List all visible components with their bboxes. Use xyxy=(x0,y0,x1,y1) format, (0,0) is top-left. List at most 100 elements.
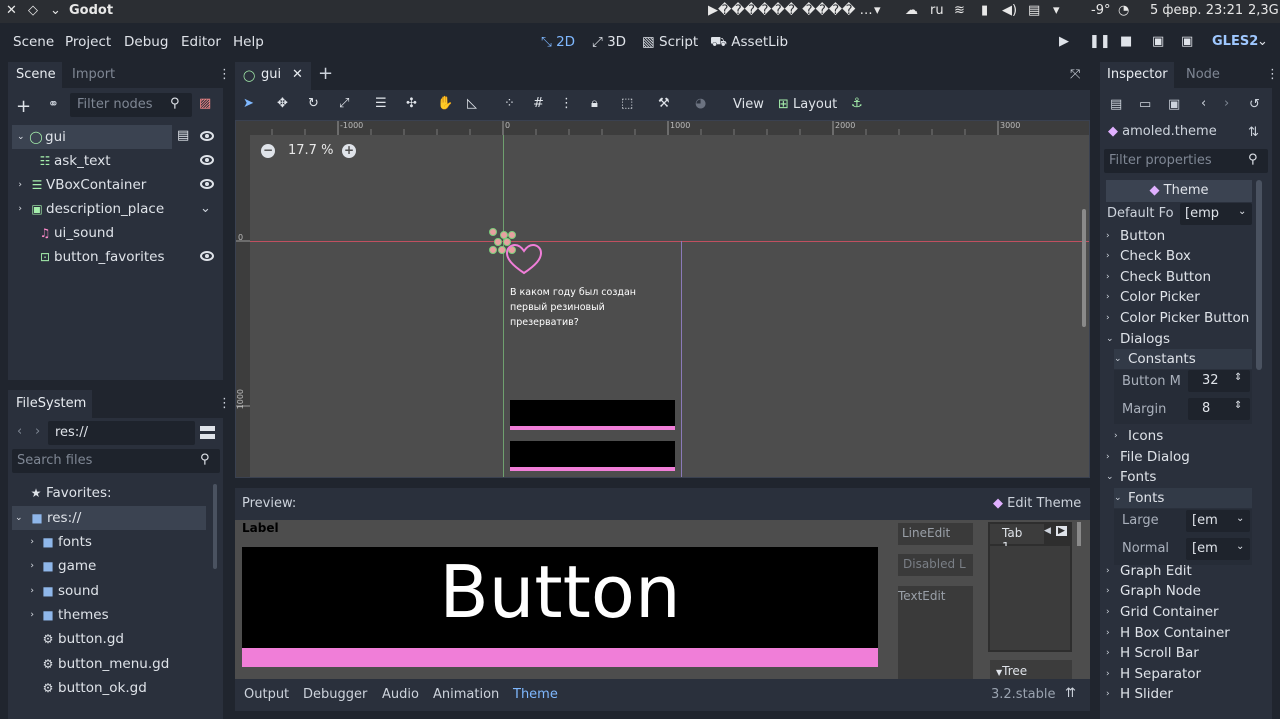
lock-icon[interactable]: 🔒︎ xyxy=(591,96,598,111)
menu-dots-icon[interactable]: ⋮ xyxy=(1266,67,1279,82)
chevron-down-icon[interactable]: ⌄ xyxy=(50,3,61,18)
category-grid-container[interactable]: › Grid Container xyxy=(1106,602,1252,622)
workspace-3d[interactable]: ⤢ 3D xyxy=(592,34,626,50)
folder-res-root[interactable]: ⌄ ■ res:// xyxy=(12,506,206,530)
inspector-scrollbar[interactable] xyxy=(1256,180,1262,370)
category-h-scroll-bar[interactable]: › H Scroll Bar xyxy=(1106,643,1252,663)
large-font-picker[interactable]: [em ⌄ xyxy=(1186,510,1250,532)
clock[interactable]: 5 февр. 23:21 xyxy=(1150,3,1243,18)
play-icon[interactable]: ▶ xyxy=(1059,34,1069,49)
preview-tree[interactable]: ▼Tree xyxy=(990,660,1072,679)
select-tool-icon[interactable]: ➤ xyxy=(243,96,254,111)
link-icon[interactable]: ⚭ xyxy=(48,97,59,112)
visibility-hidden-icon[interactable]: ⌄ xyxy=(200,201,211,216)
view-menu[interactable]: View xyxy=(733,97,764,112)
media-title[interactable]: ▶������ ���� … xyxy=(708,3,873,18)
tree-node-ask-text[interactable]: ☷ ask_text xyxy=(12,149,111,173)
tab-audio[interactable]: Audio xyxy=(382,687,419,702)
filter-properties-input[interactable]: Filter properties ⚲ xyxy=(1104,149,1268,173)
weather-temp[interactable]: -9° xyxy=(1091,3,1110,18)
tab-theme[interactable]: Theme xyxy=(513,687,558,702)
anchor-icon[interactable]: ⚓ xyxy=(851,96,863,111)
answer-button-1[interactable] xyxy=(510,400,675,430)
history-icon[interactable]: ↺ xyxy=(1249,97,1260,112)
tab-node[interactable]: Node xyxy=(1186,67,1220,82)
menu-editor[interactable]: Editor xyxy=(181,34,221,50)
group-icon[interactable]: ⬚ xyxy=(621,96,633,111)
tab-output[interactable]: Output xyxy=(244,687,289,702)
preview-button[interactable]: Button xyxy=(242,547,878,667)
list-select-icon[interactable]: ☰ xyxy=(375,96,387,111)
visibility-eye-icon[interactable] xyxy=(200,155,214,165)
viewport-scrollbar[interactable] xyxy=(1082,209,1086,327)
tree-node-description-place[interactable]: › ▣ description_place xyxy=(12,197,164,221)
inspected-resource[interactable]: ◆ amoled.theme ⇅ xyxy=(1108,124,1268,144)
tab-animation[interactable]: Animation xyxy=(433,687,499,702)
forward-icon[interactable]: › xyxy=(35,424,40,439)
chevron-down-icon[interactable]: ▾ xyxy=(1053,3,1060,18)
menu-dots-icon[interactable]: ⋮ xyxy=(560,96,573,111)
expand-panel-icon[interactable]: ⇈ xyxy=(1065,686,1076,701)
menu-dots-icon[interactable]: ⋮ xyxy=(218,67,231,82)
heart-icon[interactable] xyxy=(504,243,544,277)
scrollbar[interactable] xyxy=(213,484,217,569)
category-dialogs[interactable]: ⌄ Dialogs xyxy=(1106,329,1252,349)
tab-inspector[interactable]: Inspector xyxy=(1100,62,1174,88)
viewport-2d[interactable]: -1000 0 1000 2000 3000 0 1000 − 17.7 % +… xyxy=(235,120,1090,478)
tab-import[interactable]: Import xyxy=(72,67,115,82)
menu-help[interactable]: Help xyxy=(233,34,264,50)
keyboard-layout[interactable]: ru xyxy=(930,3,944,18)
filter-nodes-input[interactable]: Filter nodes ⚲ xyxy=(70,93,192,117)
zoom-out-icon[interactable]: − xyxy=(261,144,275,158)
save-icon[interactable]: ▣ xyxy=(1168,97,1180,112)
script-icon[interactable]: ▤ xyxy=(177,128,189,143)
close-icon[interactable]: ✕ xyxy=(6,3,17,18)
category-graph-edit[interactable]: › Graph Edit xyxy=(1106,561,1252,581)
search-files-input[interactable]: Search files ⚲ xyxy=(12,449,220,473)
script-icon[interactable]: ▨ xyxy=(199,96,211,111)
zoom-in-icon[interactable]: + xyxy=(342,144,356,158)
category-h-box-container[interactable]: › H Box Container xyxy=(1106,623,1252,643)
file-button-ok-gd[interactable]: ⚙ button_ok.gd xyxy=(12,676,147,700)
clipboard-icon[interactable]: ▤ xyxy=(1028,3,1040,18)
menu-project[interactable]: Project xyxy=(65,34,111,50)
stop-icon[interactable]: ■ xyxy=(1120,34,1132,49)
sort-icon[interactable]: ⇅ xyxy=(1248,125,1259,140)
category-button[interactable]: › Button xyxy=(1106,226,1252,246)
workspace-script[interactable]: ▧ Script xyxy=(642,34,698,50)
category-file-dialog[interactable]: › File Dialog xyxy=(1106,447,1252,467)
diamond-icon[interactable]: ◇ xyxy=(28,3,38,18)
visibility-eye-icon[interactable] xyxy=(200,251,214,261)
menu-scene[interactable]: Scene xyxy=(13,34,54,50)
folder-fonts[interactable]: › ■ fonts xyxy=(12,530,92,554)
scale-tool-icon[interactable]: ⤢ xyxy=(339,96,349,111)
theme-section-header[interactable]: ◆ Theme xyxy=(1106,180,1252,202)
add-tab-icon[interactable]: + xyxy=(318,63,333,84)
grid-snap-icon[interactable]: # xyxy=(533,96,544,111)
tab-debugger[interactable]: Debugger xyxy=(303,687,367,702)
rotate-tool-icon[interactable]: ↻ xyxy=(308,96,319,111)
menu-dots-icon[interactable]: ⋮ xyxy=(218,396,231,411)
camera-icon[interactable]: ◕ xyxy=(695,96,706,111)
split-view-icon[interactable] xyxy=(200,426,215,439)
play-scene-icon[interactable]: ▣ xyxy=(1152,34,1164,49)
tree-node-ui-sound[interactable]: ♫ ui_sound xyxy=(12,221,114,245)
move-tool-icon[interactable]: ✥ xyxy=(277,96,288,111)
tree-node-vboxcontainer[interactable]: › ☰ VBoxContainer xyxy=(12,173,146,197)
file-button-menu-gd[interactable]: ⚙ button_menu.gd xyxy=(12,652,170,676)
workspace-2d[interactable]: ⤡ 2D xyxy=(541,34,575,50)
renderer-select[interactable]: GLES2 xyxy=(1212,34,1258,49)
pan-tool-icon[interactable]: ✋ xyxy=(437,96,453,111)
subcategory-icons[interactable]: › Icons xyxy=(1114,426,1252,446)
margin-spinbox[interactable]: 8 ⇕ xyxy=(1188,398,1250,420)
path-input[interactable]: res:// xyxy=(48,421,195,445)
back-icon[interactable]: ‹ xyxy=(1201,96,1206,111)
volume-icon[interactable]: ◀) xyxy=(1002,3,1017,18)
category-check-box[interactable]: › Check Box xyxy=(1106,246,1252,266)
open-folder-icon[interactable]: ▭ xyxy=(1139,97,1151,112)
zoom-level[interactable]: 17.7 % xyxy=(288,143,333,158)
power-icon[interactable]: ◔ xyxy=(1118,3,1129,18)
button-margin-spinbox[interactable]: 32 ⇕ xyxy=(1188,370,1250,392)
add-node-icon[interactable]: + xyxy=(16,96,31,117)
folder-game[interactable]: › ■ game xyxy=(12,554,96,578)
